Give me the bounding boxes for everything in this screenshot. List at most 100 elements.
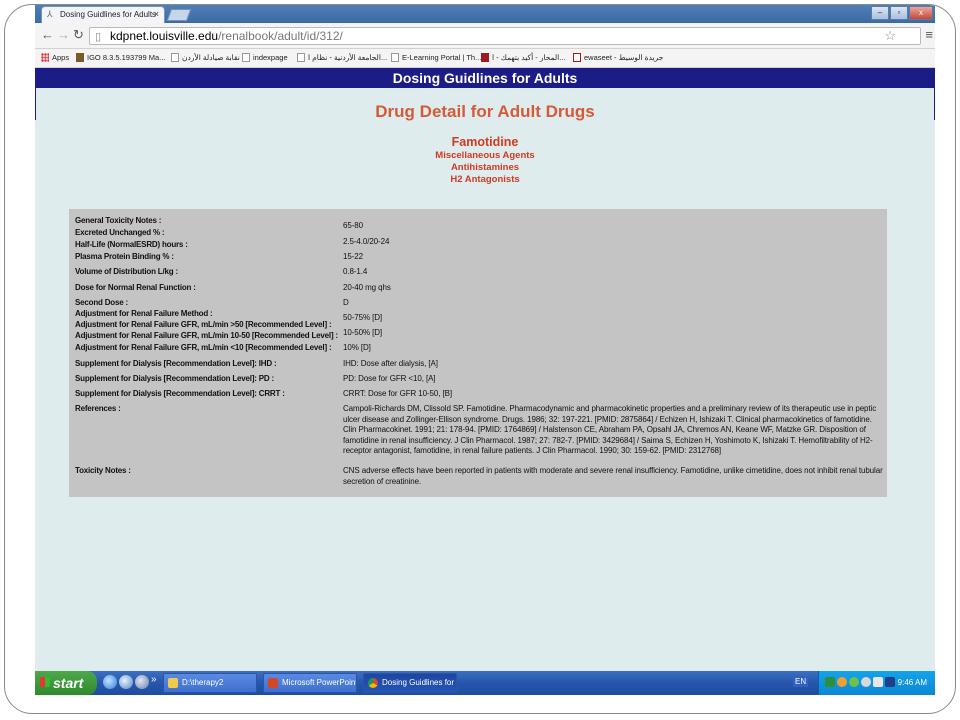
detail-value: 2.5-4.0/20-24 [343,237,390,246]
detail-label: Supplement for Dialysis [Recommendation … [75,374,274,383]
detail-label: Supplement for Dialysis [Recommendation … [75,359,277,368]
bookmark-university-jordan[interactable]: الجامعة الأردنية - نظام ا... [297,49,387,67]
url-host: kdpnet.louisville.edu [110,29,219,43]
detail-label: Toxicity Notes : [75,466,131,475]
bookmark-igo[interactable]: IGO 8.3.5.193799 Ma... [76,49,165,67]
detail-value: 0.8-1.4 [343,267,368,276]
quicklaunch-icon[interactable] [119,675,133,689]
forward-arrow-icon[interactable]: → [57,27,70,43]
restore-button[interactable]: ▫ [890,6,908,20]
page-icon [391,53,399,62]
detail-value: 20-40 mg qhs [343,283,391,292]
slide-frame: ⅄ Dosing Guidlines for Adults × – ▫ x ← … [4,4,956,714]
detail-value: D [343,298,349,307]
ie-icon[interactable] [103,675,117,689]
language-indicator[interactable]: EN [793,676,809,687]
detail-label: General Toxicity Notes : [75,216,162,225]
detail-value: 65-80 [343,221,363,230]
detail-value: PD: Dose for GFR <10, [A] [343,374,436,383]
page-title: Drug Detail for Adult Drugs [375,102,595,121]
drug-class: Antihistamines [450,162,520,173]
browser-screenshot: ⅄ Dosing Guidlines for Adults × – ▫ x ← … [35,5,935,695]
clock[interactable]: 9:46 AM [898,671,927,695]
detail-label: Adjustment for Renal Failure GFR, mL/min… [75,331,338,340]
detail-value: 10% [D] [343,343,371,352]
detail-value: IHD: Dose after dialysis, [A] [343,359,438,368]
page-favicon-icon: ⅄ [47,9,53,19]
bookmark-almahar[interactable]: المحار - أكيد بتهمك - ا... [481,49,566,67]
tray-icon[interactable] [885,677,895,687]
quicklaunch-icon[interactable] [135,675,149,689]
browser-toolbar: ← → ↻ ▯ kdpnet.louisville.edu/renalbook/… [35,23,935,49]
url-path: /renalbook/adult/id/312/ [218,29,343,43]
bookmark-elearning[interactable]: E-Learning Portal | Th... [391,49,481,67]
page-icon [297,53,305,62]
close-window-button[interactable]: x [909,6,933,20]
drug-class: H2 Antagonists [450,174,520,185]
detail-label: Dose for Normal Renal Function : [75,283,196,292]
detail-value: CRRT: Dose for GFR 10-50, [B] [343,389,452,398]
detail-label: Adjustment for Renal Failure GFR, mL/min… [75,343,332,352]
bookmark-star-icon[interactable]: ☆ [884,28,896,44]
tray-icon[interactable] [837,677,847,687]
page-icon: ▯ [95,31,102,43]
taskbar-item-folder[interactable]: D:\therapy2 [163,673,257,693]
folder-icon [168,678,178,688]
detail-label: Half-Life (NormalESRD) hours : [75,240,188,249]
more-quicklaunch-icon[interactable]: » [151,674,157,685]
detail-label: References : [75,404,121,413]
tray-icon[interactable] [849,677,859,687]
address-bar[interactable]: ▯ kdpnet.louisville.edu/renalbook/adult/… [89,27,921,45]
taskbar-item-chrome[interactable]: Dosing Guidlines for A... [363,673,457,693]
detail-value: CNS adverse effects have been reported i… [343,466,883,486]
detail-label: Adjustment for Renal Failure GFR, mL/min… [75,320,332,329]
detail-value: 10-50% [D] [343,328,383,337]
start-button[interactable]: start [35,671,97,695]
taskbar-item-powerpoint[interactable]: Microsoft PowerPoint ... [263,673,357,693]
detail-value: 15-22 [343,252,363,261]
drug-class: Miscellaneous Agents [435,150,535,161]
detail-label: Adjustment for Renal Failure Method : [75,309,213,318]
window-controls: – ▫ x [871,6,933,20]
page-icon [171,53,179,62]
almahar-icon [481,53,489,62]
bookmark-ewaseet[interactable]: ewaseet - جريدة الوسيط [573,49,663,67]
page-icon [242,53,250,62]
detail-label: Plasma Protein Binding % : [75,252,174,261]
ewaseet-icon [573,53,581,62]
tab-strip: ⅄ Dosing Guidlines for Adults × – ▫ x [35,5,935,23]
windows-logo-icon [40,677,50,687]
page-banner: Dosing Guidlines for Adults [35,68,935,88]
bookmark-apps[interactable]: Apps [41,49,69,67]
new-tab-button[interactable] [166,9,192,21]
tray-icon[interactable] [825,677,835,687]
tray-icon[interactable] [861,677,871,687]
back-arrow-icon[interactable]: ← [41,27,54,43]
detail-label: Supplement for Dialysis [Recommendation … [75,389,285,398]
detail-label: Volume of Distribution L/kg : [75,267,178,276]
drug-name: Famotidine [451,135,519,149]
bookmark-indexpage[interactable]: indexpage [242,49,288,67]
reload-icon[interactable]: ↻ [73,27,84,43]
chrome-icon [368,678,378,688]
drug-header: Famotidine Miscellaneous Agents Antihist… [35,135,935,186]
drug-details-panel: General Toxicity Notes : Excreted Unchan… [69,209,887,497]
detail-label: Second Dose : [75,298,128,307]
tray-icon[interactable] [873,677,883,687]
browser-tab[interactable]: ⅄ Dosing Guidlines for Adults × [41,6,165,23]
minimize-button[interactable]: – [871,6,889,20]
close-tab-icon[interactable]: × [154,7,159,22]
system-tray: 9:46 AM [818,671,935,695]
apps-grid-icon [41,53,49,62]
bookmark-jordan-pharmacists[interactable]: نقابة صيادلة الأردن [171,49,240,67]
start-label: start [53,675,84,691]
detail-value: 50-75% [D] [343,313,383,322]
powerpoint-icon [268,678,278,688]
detail-label: Excreted Unchanged % : [75,228,165,237]
bookmarks-bar: Apps IGO 8.3.5.193799 Ma... نقابة صيادلة… [35,49,935,68]
windows-taskbar: start » D:\therapy2 Microsoft PowerPoint… [35,671,935,695]
tab-title: Dosing Guidlines for Adults [60,10,157,19]
igo-icon [76,53,84,62]
menu-icon[interactable]: ≡ [925,28,933,42]
detail-value: Campoli-Richards DM, Clissold SP. Famoti… [343,404,877,456]
